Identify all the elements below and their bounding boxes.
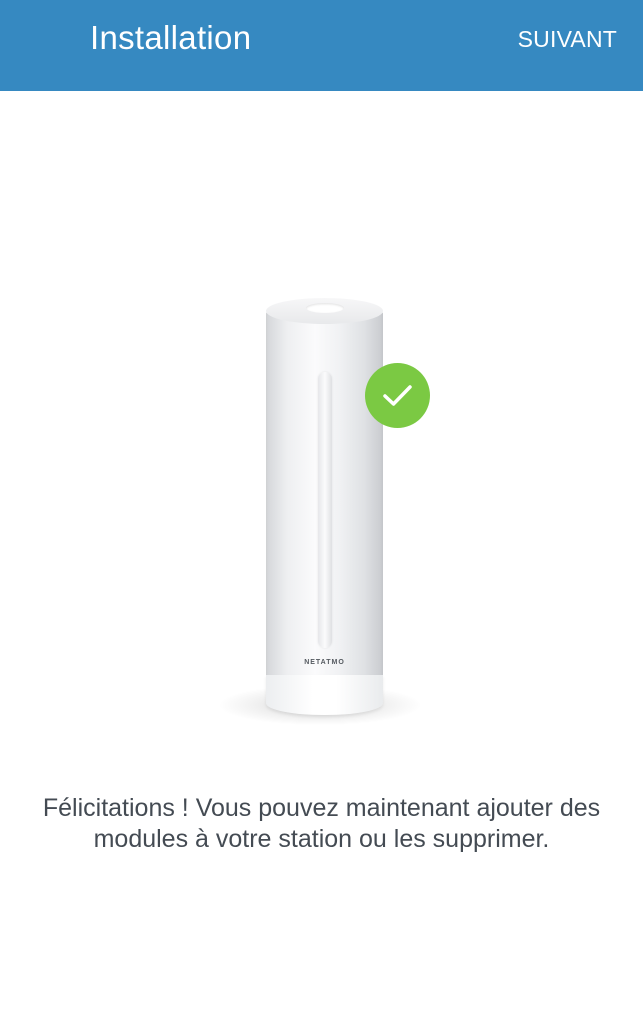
device-base [266, 675, 383, 715]
success-message: Félicitations ! Vous pouvez maintenant a… [42, 794, 601, 853]
device-light-slot [318, 372, 332, 648]
next-button[interactable]: SUIVANT [518, 26, 617, 53]
device-brand-label: NETATMO [304, 659, 345, 666]
checkmark-glyph [383, 385, 412, 406]
checkmark-icon [365, 363, 430, 428]
weather-station-image: NETATMO [200, 280, 460, 740]
device-top-opening [306, 303, 344, 313]
app-header: Installation SUIVANT [0, 0, 643, 91]
page-title: Installation [90, 19, 252, 56]
